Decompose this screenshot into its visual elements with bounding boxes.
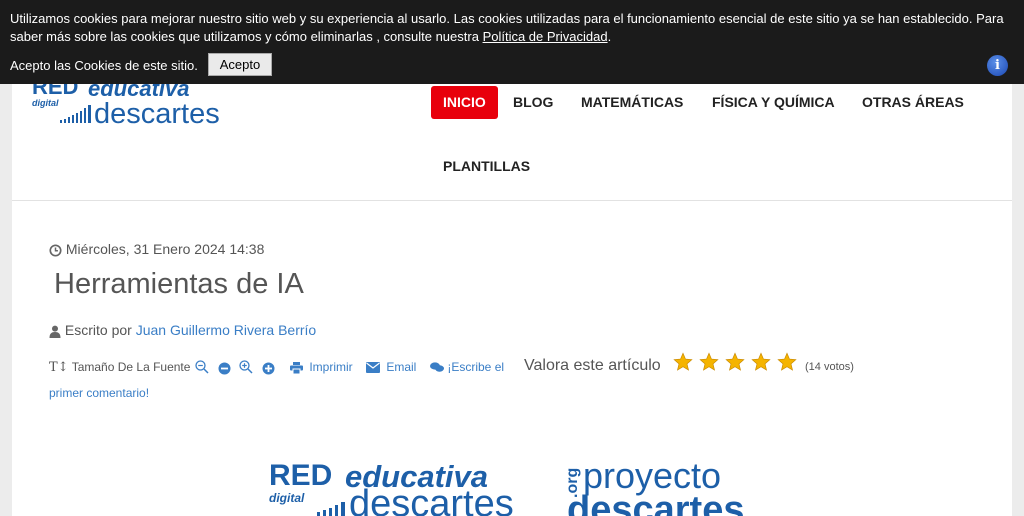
header-divider <box>12 200 1012 201</box>
first-comment-link[interactable]: primer comentario! <box>49 386 149 400</box>
clock-icon <box>49 244 62 257</box>
star-icon-1[interactable] <box>673 352 693 372</box>
privacy-policy-link[interactable]: Política de Privacidad <box>483 29 608 44</box>
logo3-descartes-text: descartes <box>567 489 744 516</box>
logo-digital-text: digital <box>32 98 59 108</box>
zoom-out-icon[interactable] <box>195 360 209 374</box>
logo2-descartes-text: descartes <box>349 483 514 516</box>
logo2-digital-text: digital <box>269 491 305 505</box>
accept-cookies-button[interactable]: Acepto <box>208 53 272 76</box>
star-icon-2[interactable] <box>699 352 719 372</box>
red-descartes-logo: RED educativa digital descartes <box>32 84 220 126</box>
article-logos-image: RED educativa digital descartes .org pro… <box>267 458 767 516</box>
site-logo[interactable]: RED educativa digital descartes <box>30 84 230 126</box>
font-size-tool: T↕ Tamaño De La Fuente <box>49 356 190 379</box>
user-icon <box>49 325 61 338</box>
print-button[interactable]: Imprimir <box>290 356 353 378</box>
nav-item-plantillas[interactable]: PLANTILLAS <box>443 150 530 183</box>
envelope-icon <box>366 362 380 374</box>
comment-start-label: ¡Escribe el <box>447 360 505 374</box>
email-button[interactable]: Email <box>366 356 416 378</box>
logo-descartes-text: descartes <box>94 98 220 126</box>
article-date-text: Miércoles, 31 Enero 2024 14:38 <box>65 241 265 257</box>
star-icon-4[interactable] <box>751 352 771 372</box>
logo-red-text: RED <box>32 84 78 99</box>
nav-item-blog[interactable]: BLOG <box>513 86 553 119</box>
logo2-bars-icon <box>317 502 345 516</box>
comment-link[interactable]: ¡Escribe el <box>430 356 504 378</box>
font-size-label: Tamaño De La Fuente <box>71 360 191 374</box>
logo-bars-icon <box>60 105 91 123</box>
info-icon[interactable]: i <box>987 55 1008 76</box>
nav-item-inicio[interactable]: INICIO <box>431 86 498 119</box>
rate-label: Valora este artículo <box>524 357 661 374</box>
minus-circle-icon[interactable] <box>218 362 231 375</box>
article-author: Escrito por Juan Guillermo Rivera Berrío <box>49 322 316 338</box>
print-icon <box>290 361 303 374</box>
comments-icon <box>430 362 444 373</box>
author-link[interactable]: Juan Guillermo Rivera Berrío <box>136 322 317 338</box>
cookie-message-period: . <box>607 29 612 44</box>
cookie-accept-label: Acepto las Cookies de este sitio. <box>10 58 198 73</box>
article-date: Miércoles, 31 Enero 2024 14:38 <box>49 241 264 257</box>
print-label: Imprimir <box>309 360 353 374</box>
zoom-in-icon[interactable] <box>239 360 253 374</box>
nav-item-otras-areas[interactable]: OTRAS ÁREAS <box>862 86 964 119</box>
star-icon-3[interactable] <box>725 352 745 372</box>
cookie-message: Utilizamos cookies para mejorar nuestro … <box>10 10 1010 46</box>
cookie-banner: Utilizamos cookies para mejorar nuestro … <box>0 0 1024 84</box>
text-height-icon: T↕ <box>49 360 69 375</box>
logos-svg: RED educativa digital descartes .org pro… <box>269 458 744 516</box>
email-label: Email <box>386 360 417 374</box>
star-icon-5[interactable] <box>777 352 797 372</box>
written-by-label: Escrito por <box>64 322 132 338</box>
logo2-red-text: RED <box>269 459 332 492</box>
nav-item-fisica-quimica[interactable]: FÍSICA Y QUÍMICA <box>712 86 835 119</box>
plus-circle-icon[interactable] <box>262 362 275 375</box>
votes-count: (14 votos) <box>805 361 854 373</box>
article-title: Herramientas de IA <box>54 268 304 300</box>
nav-item-matematicas[interactable]: MATEMÁTICAS <box>581 86 683 119</box>
